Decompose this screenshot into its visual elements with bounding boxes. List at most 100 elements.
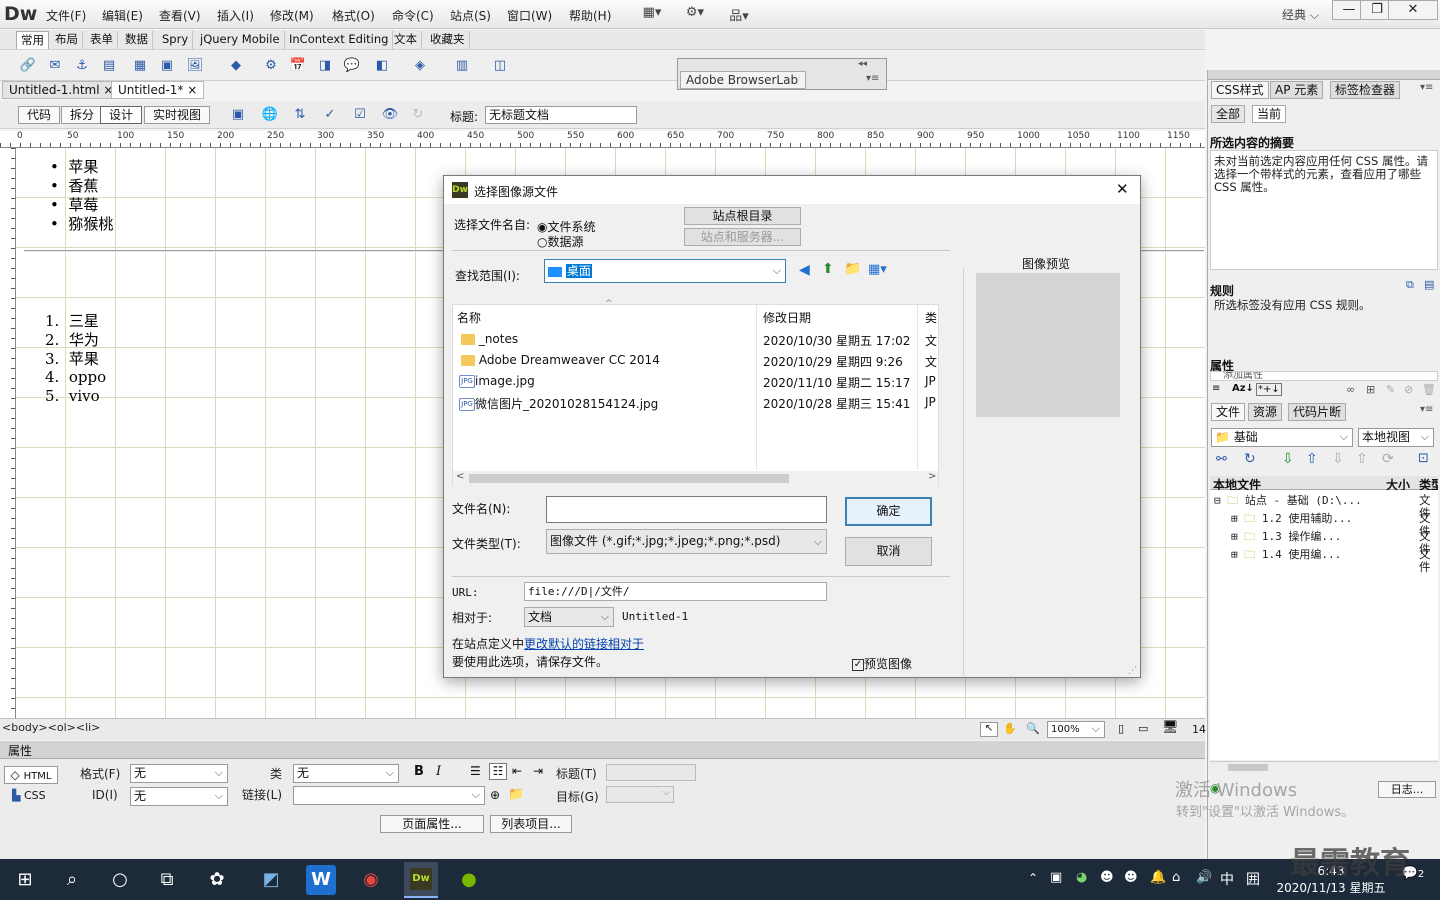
document-title-input[interactable]: 无标题文档	[485, 106, 637, 124]
sync-icon[interactable]: ⟳	[1382, 451, 1394, 467]
list-item[interactable]: 2. 华为	[45, 329, 99, 350]
gear-icon[interactable]: ⚙▾	[684, 5, 706, 23]
panel-menu-icon[interactable]: ▾≡	[1420, 82, 1433, 93]
check-in-icon[interactable]: ⇧	[1356, 451, 1368, 467]
server-include-icon[interactable]: ◨	[315, 56, 335, 76]
dreamweaver-taskbar-icon[interactable]: Dw	[404, 862, 438, 898]
head-icon[interactable]: ◧	[372, 56, 392, 76]
horizontal-scrollbar[interactable]	[1210, 761, 1438, 773]
ime-indicator[interactable]: 中	[1220, 869, 1234, 889]
file-row-dreamweaver[interactable]: Adobe Dreamweaver CC 2014	[461, 353, 660, 367]
close-icon[interactable]: ×	[187, 83, 197, 97]
w3c-validate-icon[interactable]: ✓	[320, 105, 340, 125]
browser-check-icon[interactable]: ☑	[350, 105, 370, 125]
close-button[interactable]: ✕	[1388, 0, 1438, 20]
ordered-list-icon[interactable]: ☷	[489, 763, 507, 780]
url-input[interactable]: file:///D|/文件/	[524, 582, 827, 601]
refresh-icon[interactable]: ↻	[408, 105, 428, 125]
insert-tab-common[interactable]: 常用	[16, 31, 49, 49]
check-out-icon[interactable]: ⇩	[1332, 451, 1344, 467]
multiscreen-icon[interactable]: ▣	[228, 105, 248, 125]
tree-item-folder[interactable]: ⊞ 🗀 1.3 操作编...	[1231, 530, 1341, 543]
workspace-switcher[interactable]: 经典 ⌵	[1282, 6, 1319, 23]
insert-tab-layout[interactable]: 布局	[51, 31, 83, 49]
tab-tag-inspector[interactable]: 标签检查器	[1330, 81, 1401, 99]
menu-modify[interactable]: 修改(M)	[270, 7, 314, 24]
design-view-button[interactable]: 设计	[100, 106, 143, 124]
div-icon[interactable]: ▣	[157, 56, 177, 76]
tab-assets[interactable]: 资源	[1248, 403, 1283, 421]
qq-icon[interactable]: ☻	[1124, 870, 1138, 885]
filetype-select[interactable]: 图像文件 (*.gif;*.jpg;*.jpeg;*.png;*.psd) ⌵	[546, 529, 827, 554]
set-props-view-icon[interactable]: *+↓	[1256, 383, 1282, 396]
ime-mode-icon[interactable]: 囲	[1246, 869, 1260, 889]
view-menu-icon[interactable]: ▦▾	[868, 262, 887, 277]
panel-menu-icon[interactable]: ▾≡	[1420, 404, 1433, 415]
tab-css-styles[interactable]: CSS样式	[1211, 81, 1269, 99]
table-icon[interactable]: ▦	[130, 56, 150, 76]
panel-gripper[interactable]	[1208, 70, 1440, 80]
desktop-size-icon[interactable]: 🖥	[1162, 720, 1179, 735]
filename-input[interactable]	[546, 496, 827, 523]
watermelon-app-icon[interactable]: ●	[454, 865, 484, 895]
site-root-button[interactable]: 站点根目录	[684, 207, 801, 225]
insert-tab-forms[interactable]: 表单	[86, 31, 118, 49]
insert-tab-favorites[interactable]: 收藏夹	[426, 31, 470, 49]
widget-icon[interactable]: ⚙	[261, 56, 281, 76]
site-icon[interactable]: 品▾	[728, 5, 750, 24]
file-row-image[interactable]: JPG image.jpg	[459, 374, 535, 388]
tag-selector[interactable]: <body><ol><li>	[2, 721, 100, 734]
hand-tool-icon[interactable]: ✋	[1003, 722, 1017, 735]
attach-stylesheet-icon[interactable]: ∞	[1346, 383, 1355, 396]
cortana-icon[interactable]: ○	[105, 865, 135, 895]
radio-data-source[interactable]: ○数据源	[537, 233, 584, 250]
horizontal-scrollbar[interactable]: < >	[453, 471, 938, 486]
insert-tab-data[interactable]: 数据	[121, 31, 153, 49]
get-files-icon[interactable]: ⇩	[1282, 451, 1294, 467]
list-item[interactable]: 4. oppo	[45, 368, 106, 386]
panel-menu-icon[interactable]: ▾≡	[866, 73, 879, 84]
column-date[interactable]: 修改日期	[763, 309, 811, 326]
unordered-list-icon[interactable]: ☰	[470, 764, 481, 778]
look-in-select[interactable]: 桌面 ⌵	[544, 259, 786, 283]
menu-site[interactable]: 站点(S)	[450, 7, 491, 24]
visual-aids-icon[interactable]: 👁	[380, 105, 400, 125]
insert-tab-text[interactable]: 文本	[390, 31, 422, 49]
collapse-icon[interactable]: ◂◂	[858, 59, 867, 69]
notes-app-icon[interactable]: ◩	[256, 865, 286, 895]
zoom-select[interactable]: 100%	[1047, 721, 1105, 738]
indent-icon[interactable]: ⇥	[533, 764, 543, 778]
tab-snippets[interactable]: 代码片断	[1288, 403, 1347, 421]
link-input[interactable]	[293, 786, 485, 805]
tree-item-site[interactable]: ⊟ 🗀 站点 - 基础 (D:\...	[1214, 494, 1362, 507]
show-info-icon[interactable]: ▤	[1424, 278, 1434, 291]
expand-icon[interactable]: ⊡	[1418, 451, 1429, 466]
edit-rule-icon[interactable]: ✎	[1386, 383, 1395, 396]
preview-browser-icon[interactable]: 🌐	[260, 105, 280, 125]
menu-format[interactable]: 格式(O)	[332, 7, 375, 24]
new-rule-icon[interactable]: ⊞	[1366, 383, 1375, 396]
media-icon[interactable]: ◆	[226, 56, 246, 76]
doc-tab-html[interactable]: Untitled-1.html ×	[2, 81, 121, 99]
point-to-file-icon[interactable]: ⊕	[490, 788, 500, 802]
email-link-icon[interactable]: ✉	[45, 56, 65, 76]
start-icon[interactable]: ⊞	[10, 865, 40, 895]
list-item[interactable]: • 香蕉	[50, 175, 98, 196]
menu-edit[interactable]: 编辑(E)	[102, 7, 143, 24]
dialog-titlebar[interactable]: Dw 选择图像源文件 ✕	[444, 176, 1140, 204]
back-icon[interactable]: ◀	[799, 262, 810, 278]
menu-file[interactable]: 文件(F)	[46, 7, 86, 24]
show-cascade-icon[interactable]: ⧉	[1406, 278, 1414, 292]
add-attribute[interactable]: 添加属性	[1210, 371, 1438, 381]
tab-files[interactable]: 文件	[1211, 403, 1246, 421]
alpha-view-icon[interactable]: Az↓	[1232, 383, 1254, 394]
insert-tab-jquery[interactable]: jQuery Mobile	[196, 31, 285, 49]
properties-header[interactable]: 属性	[0, 741, 1205, 759]
title-attr-input[interactable]	[606, 764, 696, 781]
mode-all-button[interactable]: 全部	[1211, 105, 1246, 123]
tree-item-folder[interactable]: ⊞ 🗀 1.4 使用编...	[1231, 548, 1341, 561]
wechat-icon[interactable]: ◕	[1076, 870, 1087, 885]
ok-button[interactable]: 确定	[845, 497, 932, 526]
task-view-icon[interactable]: ⧉	[152, 865, 182, 895]
id-select[interactable]: 无	[130, 787, 228, 806]
